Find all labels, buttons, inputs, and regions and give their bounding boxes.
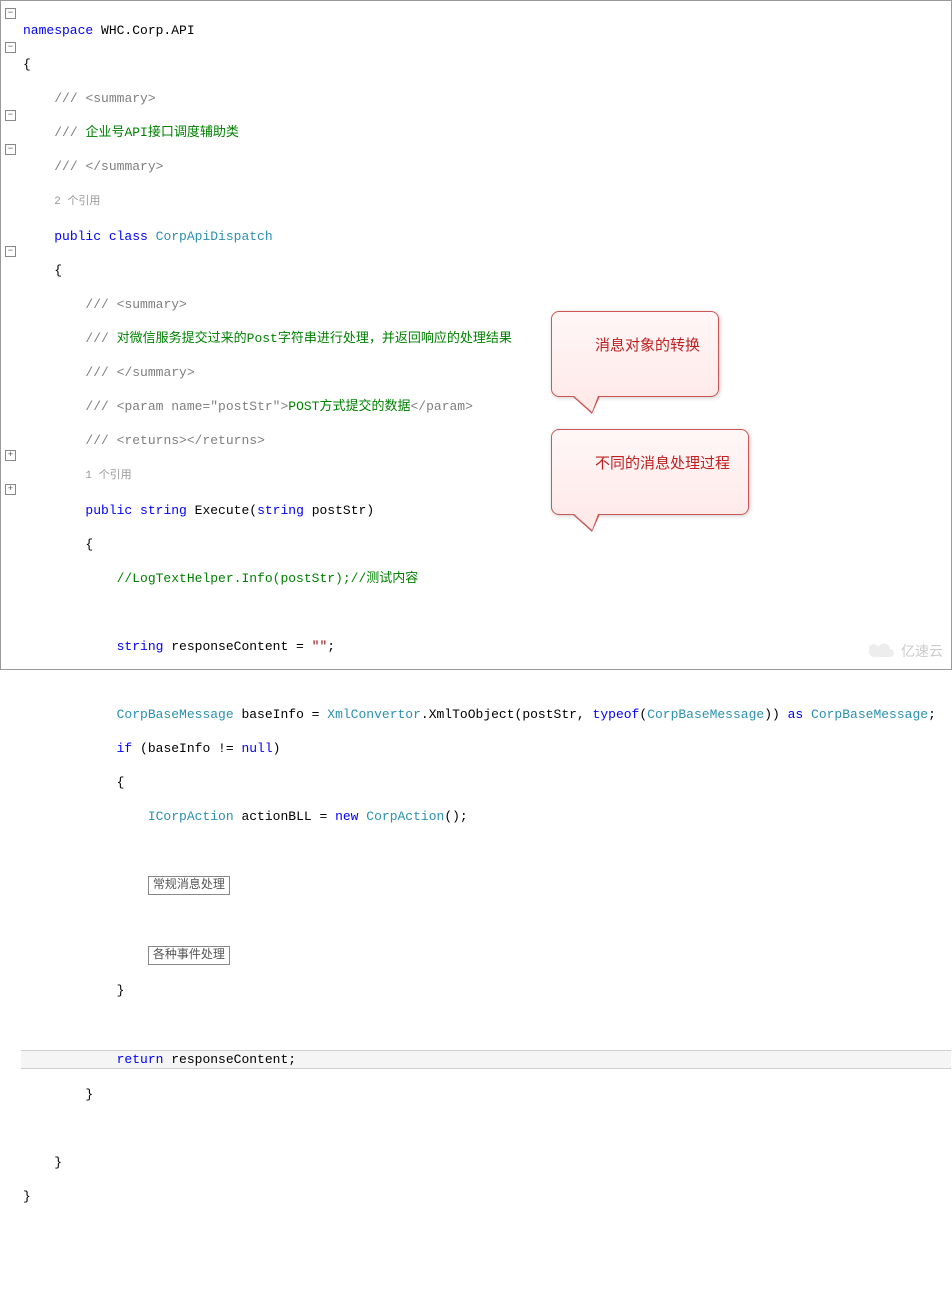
keyword-as: as [788, 707, 804, 722]
type-corpaction: CorpAction [358, 809, 444, 824]
brace: { [85, 537, 93, 552]
brace: } [85, 1087, 93, 1102]
type-corpbasemessage: CorpBaseMessage [117, 707, 234, 722]
doc-slashes: /// [54, 91, 85, 106]
collapsed-region-normal-msg[interactable]: 常规消息处理 [148, 876, 230, 895]
paren-close: ) [366, 503, 374, 518]
semicolon: ; [928, 707, 936, 722]
paren: ( [639, 707, 647, 722]
fold-toggle-classdoc[interactable]: − [5, 42, 16, 53]
keyword-typeof: typeof [593, 707, 640, 722]
codelens-refs-method[interactable]: 1 个引用 [85, 470, 131, 482]
var-type: string [117, 639, 164, 654]
method-call: .XmlToObject(postStr, [421, 707, 593, 722]
keyword-new: new [335, 809, 358, 824]
semicolon: ; [327, 639, 335, 654]
callout-tail-icon [572, 396, 600, 414]
summary-open: <summary> [117, 297, 187, 312]
returns-tag: <returns></returns> [117, 433, 265, 448]
keyword-return: return [117, 1052, 164, 1067]
param-type: string [257, 503, 304, 518]
method-summary-text: 对微信服务提交过来的Post字符串进行处理，并返回响应的处理结果 [117, 331, 512, 346]
ctor-call: (); [444, 809, 467, 824]
baseinfo-decl: baseInfo = [234, 707, 328, 722]
doc-slashes: /// [54, 159, 85, 174]
paren-open: ( [249, 503, 257, 518]
fold-toggle-region1[interactable]: + [5, 450, 16, 461]
doc-slashes: /// [85, 365, 116, 380]
type-corpbasemessage: CorpBaseMessage [811, 707, 928, 722]
callout-object-convert: 消息对象的转换 [551, 311, 719, 397]
code-content[interactable]: namespace WHC.Corp.API { /// <summary> /… [21, 1, 951, 669]
class-summary-text: 企业号API接口调度辅助类 [85, 125, 238, 140]
doc-slashes: /// [85, 433, 116, 448]
namespace-name: WHC.Corp.API [93, 23, 194, 38]
summary-close: </summary> [117, 365, 195, 380]
doc-slashes: /// [85, 297, 116, 312]
codelens-refs-class[interactable]: 2 个引用 [54, 196, 100, 208]
fold-toggle-namespace[interactable]: − [5, 8, 16, 19]
param-close: </param> [411, 399, 473, 414]
class-name: CorpApiDispatch [156, 229, 273, 244]
brace: } [54, 1155, 62, 1170]
keyword-string: string [132, 503, 187, 518]
code-editor: − − − − − + + namespace WHC.Corp.API { /… [1, 1, 951, 669]
var-actionbll: actionBLL = [234, 809, 335, 824]
summary-open: <summary> [85, 91, 155, 106]
fold-toggle-class[interactable]: − [5, 110, 16, 121]
callout-message-process: 不同的消息处理过程 [551, 429, 749, 515]
if-condition: (baseInfo != [132, 741, 241, 756]
param-text: POST方式提交的数据 [288, 399, 410, 414]
keyword-null: null [241, 741, 272, 756]
brace: } [117, 983, 125, 998]
keyword-public: public [85, 503, 132, 518]
var-name: responseContent = [163, 639, 311, 654]
brace: { [117, 775, 125, 790]
param-open: <param name="postStr"> [117, 399, 289, 414]
param-name: postStr [304, 503, 366, 518]
method-name: Execute [187, 503, 249, 518]
keyword-namespace: namespace [23, 23, 93, 38]
type-corpbasemessage: CorpBaseMessage [647, 707, 764, 722]
fold-gutter: − − − − − + + [1, 1, 21, 669]
brace: } [23, 1189, 31, 1204]
string-literal: "" [312, 639, 328, 654]
brace: { [23, 56, 951, 73]
brace: { [54, 263, 62, 278]
paren: ) [273, 741, 281, 756]
doc-slashes: /// [54, 125, 85, 140]
log-comment: //LogTextHelper.Info(postStr);//测试内容 [117, 571, 419, 586]
fold-toggle-methoddoc[interactable]: − [5, 144, 16, 155]
fold-toggle-region2[interactable]: + [5, 484, 16, 495]
callout-text: 不同的消息处理过程 [595, 455, 730, 472]
paren: )) [764, 707, 787, 722]
callout-text: 消息对象的转换 [595, 337, 700, 354]
type-icorpaction: ICorpAction [148, 809, 234, 824]
type-xmlconvertor: XmlConvertor [327, 707, 421, 722]
doc-slashes: /// [85, 331, 116, 346]
keyword-public: public [54, 229, 101, 244]
callout-tail-icon [572, 514, 600, 532]
summary-close: </summary> [85, 159, 163, 174]
return-expr: responseContent; [163, 1052, 296, 1067]
keyword-if: if [117, 741, 133, 756]
doc-slashes: /// [85, 399, 116, 414]
fold-toggle-method[interactable]: − [5, 246, 16, 257]
collapsed-region-events[interactable]: 各种事件处理 [148, 946, 230, 965]
keyword-class: class [101, 229, 156, 244]
